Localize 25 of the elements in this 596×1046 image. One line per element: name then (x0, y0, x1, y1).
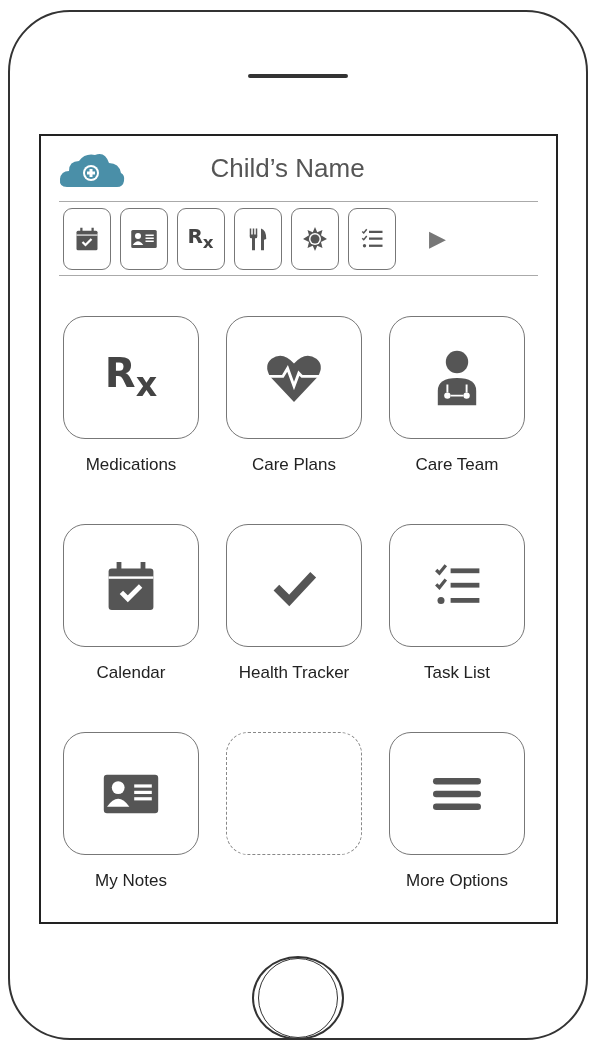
tile-label: More Options (405, 871, 508, 891)
tile-label: My Notes (95, 871, 167, 891)
tile-label: Task List (423, 663, 491, 683)
home-button[interactable] (252, 956, 344, 1040)
tile-label: Care Plans (251, 455, 337, 475)
tile-label: Health Tracker (238, 663, 350, 683)
toolbar-button[interactable] (62, 207, 111, 270)
toolbar-button[interactable] (290, 207, 339, 270)
app-tile[interactable] (63, 524, 199, 647)
app-tile[interactable] (63, 732, 199, 855)
app-tile[interactable] (389, 732, 525, 855)
app-tile[interactable] (226, 524, 362, 647)
app-tile[interactable] (389, 316, 525, 439)
app-tile[interactable] (226, 316, 362, 439)
next-arrow[interactable]: ▶ (428, 225, 446, 252)
tile-label: Calendar (96, 663, 166, 683)
tile-label: Medications (85, 455, 177, 475)
toolbar-button[interactable] (347, 207, 396, 270)
toolbar-button[interactable]: R$_{x}$ (176, 207, 225, 270)
app-tile[interactable]: R$_{x}$ (63, 316, 199, 439)
toolbar-button[interactable] (233, 207, 282, 270)
app-tile[interactable] (389, 524, 525, 647)
child-name-title: Child’s Name (210, 153, 365, 185)
toolbar-button[interactable] (119, 207, 168, 270)
tile-label: Care Team (415, 455, 499, 475)
